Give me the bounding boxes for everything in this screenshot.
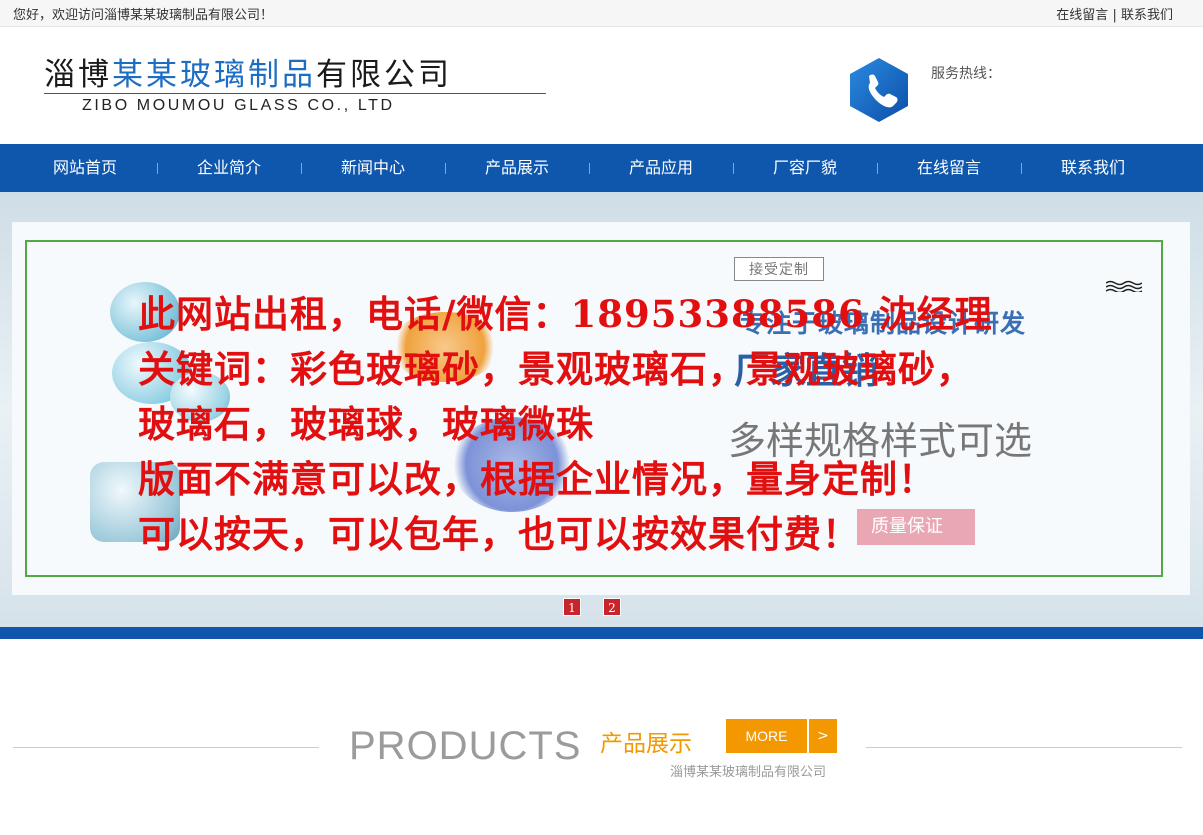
nav-item-message[interactable]: 在线留言 [877, 144, 1021, 192]
logo-english-name: ZIBO MOUMOU GLASS CO., LTD [82, 97, 395, 114]
nav-item-about[interactable]: 企业简介 [157, 144, 301, 192]
ad-line-keywords: 关键词：彩色玻璃砂，景观玻璃石，景观玻璃砂， [138, 347, 974, 391]
welcome-text: 您好，欢迎访问淄博某某玻璃制品有限公司！ [13, 8, 274, 23]
products-title-cn: 产品展示 [600, 731, 692, 757]
nav-item-news[interactable]: 新闻中心 [301, 144, 445, 192]
top-link-message[interactable]: 在线留言 [1056, 8, 1108, 23]
top-link-separator: | [1112, 8, 1117, 23]
ad-line-rental: 此网站出租，电话/微信：18953388586 沈经理 [138, 292, 993, 336]
nav-item-products[interactable]: 产品展示 [445, 144, 589, 192]
service-hotline-label: 服务热线： [931, 66, 1001, 82]
ad-line-keywords-cont: 玻璃石，玻璃球，玻璃微珠 [138, 402, 594, 446]
top-links: 在线留言 | 联系我们 [1056, 4, 1173, 23]
logo-cn-part2: 某某玻璃制品 [112, 57, 316, 93]
ad-line-payment: 可以按天，可以包年，也可以按效果付费！ [138, 512, 860, 556]
nav-item-applications[interactable]: 产品应用 [589, 144, 733, 192]
logo-divider [44, 93, 546, 94]
nav-item-factory[interactable]: 厂容厂貌 [733, 144, 877, 192]
hero-banner: 接受定制 专注于玻璃制品设计研发 厂家直销 多样规格样式可选 质量保证 此网站出… [0, 192, 1203, 627]
company-logo[interactable]: 淄博某某玻璃制品有限公司 ZIBO MOUMOU GLASS CO., LTD [44, 57, 546, 119]
products-subtitle: 淄博某某玻璃制品有限公司 [670, 765, 827, 780]
nav-item-home[interactable]: 网站首页 [13, 144, 157, 192]
main-nav: 网站首页 企业简介 新闻中心 产品展示 产品应用 厂容厂貌 在线留言 联系我们 [0, 144, 1203, 192]
more-button[interactable]: MORE [726, 719, 807, 753]
more-arrow-button[interactable]: > [809, 719, 837, 753]
logo-chinese-name: 淄博某某玻璃制品有限公司 [44, 57, 452, 93]
site-header: 淄博某某玻璃制品有限公司 ZIBO MOUMOU GLASS CO., LTD … [0, 27, 1203, 144]
section-divider-right [866, 747, 1182, 748]
banner-bottom-band [0, 627, 1203, 639]
products-title-en: PRODUCTS [349, 724, 582, 768]
top-link-contact[interactable]: 联系我们 [1121, 8, 1173, 23]
ad-line-customize: 版面不满意可以改，根据企业情况，量身定制！ [138, 457, 936, 501]
logo-cn-part3: 有限公司 [316, 57, 452, 93]
top-bar: 您好，欢迎访问淄博某某玻璃制品有限公司！ 在线留言 | 联系我们 [0, 0, 1203, 27]
slide-dot-2[interactable]: 2 [603, 598, 621, 616]
nav-item-contact[interactable]: 联系我们 [1021, 144, 1165, 192]
logo-cn-part1: 淄博 [44, 57, 112, 93]
slide-dot-1[interactable]: 1 [563, 598, 581, 616]
section-divider-left [13, 747, 319, 748]
products-section-header: PRODUCTS 产品展示 MORE > 淄博某某玻璃制品有限公司 [0, 700, 1203, 810]
phone-icon [850, 58, 908, 122]
